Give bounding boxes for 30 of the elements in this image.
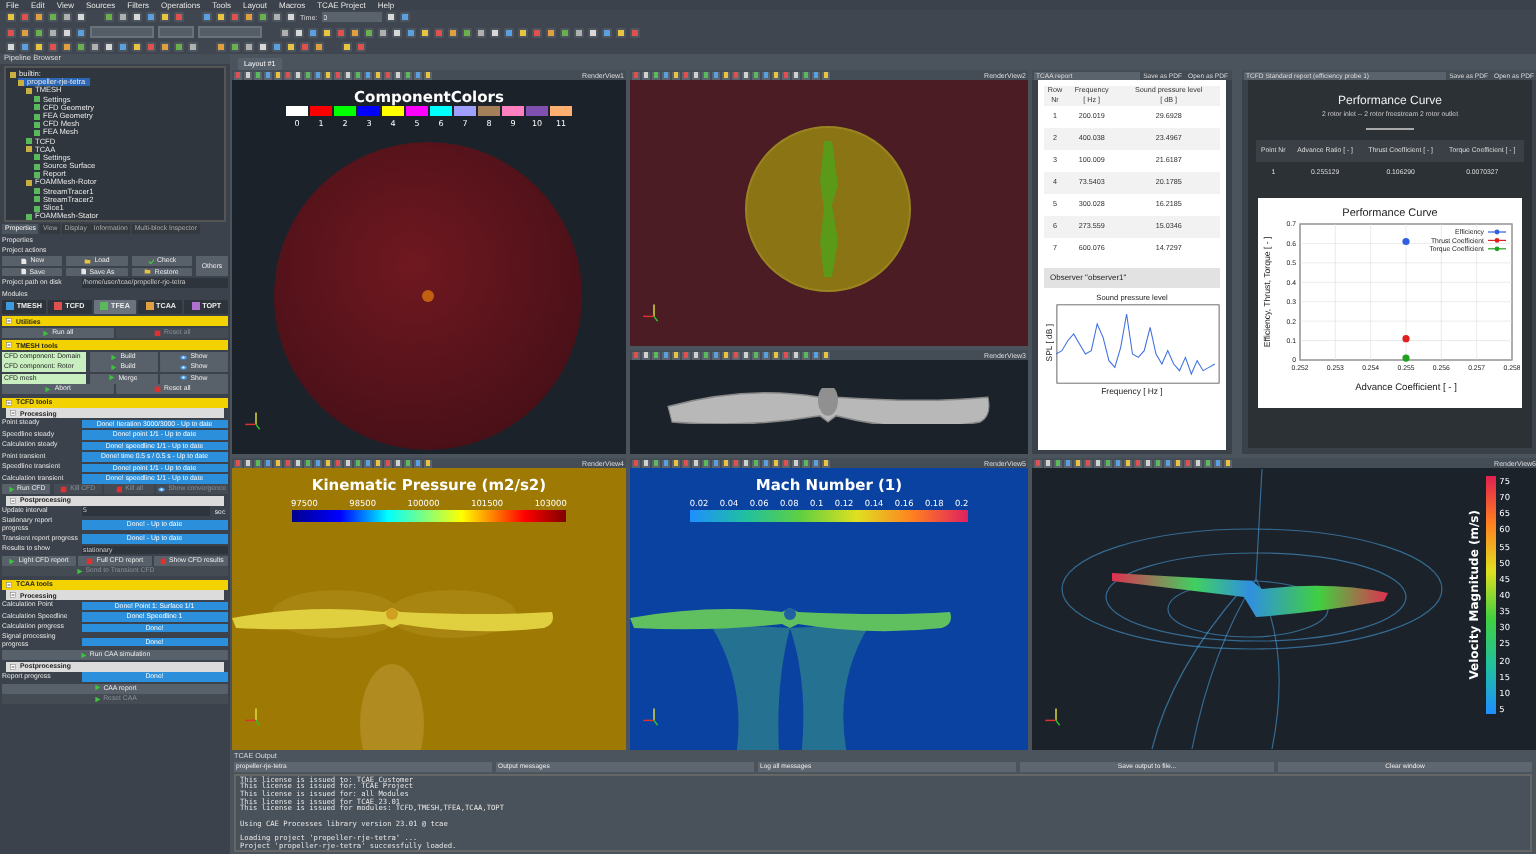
legend-marker xyxy=(1487,245,1507,251)
collapse-icon[interactable] xyxy=(6,342,12,349)
collapse-icon[interactable] xyxy=(6,581,12,588)
legend-marker xyxy=(1487,228,1507,234)
eye-icon xyxy=(180,364,188,371)
stop-icon xyxy=(159,557,167,565)
stop-icon xyxy=(154,385,162,393)
dropdown-field[interactable] xyxy=(90,26,154,38)
eye-icon xyxy=(180,353,188,361)
legend-marker xyxy=(1487,237,1507,242)
module-icon xyxy=(145,302,154,311)
module-icon xyxy=(5,302,14,311)
collapse-icon[interactable] xyxy=(10,592,16,599)
collapse-icon[interactable] xyxy=(10,497,16,504)
collapse-icon[interactable] xyxy=(10,410,16,417)
module-icon xyxy=(100,302,109,311)
eye-icon xyxy=(180,374,188,382)
dropdown-field[interactable] xyxy=(198,26,262,38)
stop-icon xyxy=(60,486,68,494)
check-icon xyxy=(147,257,155,265)
dropdown-field[interactable] xyxy=(158,26,194,38)
module-icon xyxy=(191,302,200,311)
collapse-icon[interactable] xyxy=(6,318,12,325)
stop-icon xyxy=(86,557,94,565)
stop-icon xyxy=(115,486,123,494)
stop-icon xyxy=(154,329,162,337)
collapse-icon[interactable] xyxy=(6,399,12,406)
eye-icon xyxy=(158,486,166,494)
module-icon xyxy=(54,302,63,311)
collapse-icon[interactable] xyxy=(10,663,16,670)
